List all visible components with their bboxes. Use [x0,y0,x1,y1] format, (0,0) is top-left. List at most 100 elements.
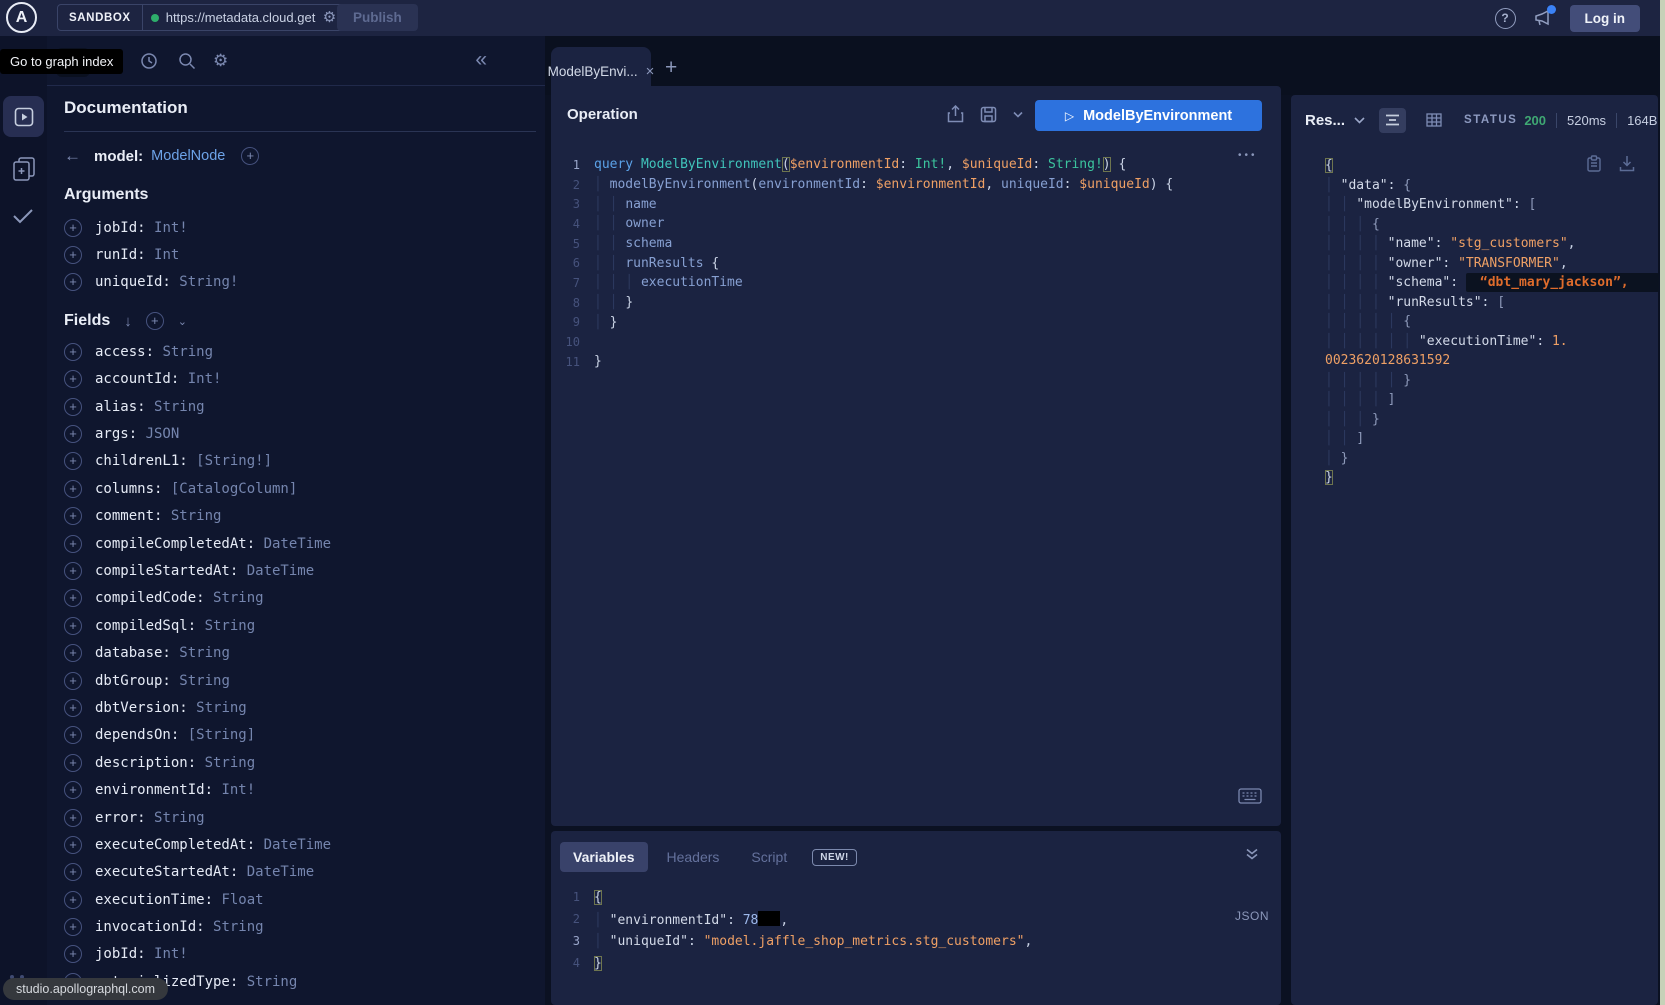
search-icon[interactable] [177,51,197,71]
schema-field-row[interactable]: +columns: [CatalogColumn] [64,475,536,502]
add-field-to-operation-button[interactable]: + [64,398,82,416]
schema-field-row[interactable]: +comment: String [64,503,536,530]
add-field-to-operation-button[interactable]: + [64,809,82,827]
field-type[interactable]: String [179,673,230,689]
field-type[interactable]: DateTime [247,864,314,880]
field-type[interactable]: DateTime [264,536,331,552]
schema-field-row[interactable]: +database: String [64,639,536,666]
close-tab-icon[interactable]: × [646,63,655,80]
schema-field-row[interactable]: +executeCompletedAt: DateTime [64,831,536,858]
field-type[interactable]: Int [154,247,179,263]
field-type[interactable]: Int! [154,220,188,236]
field-type[interactable]: [String] [188,727,255,743]
table-view-toggle[interactable] [1420,108,1447,133]
schema-field-row[interactable]: +runId: Int [64,241,536,268]
field-type[interactable]: Int! [221,782,255,798]
schema-field-row[interactable]: +access: String [64,338,536,365]
history-icon[interactable] [139,51,159,71]
field-type[interactable]: String! [179,274,238,290]
schema-field-row[interactable]: +accountId: Int! [64,366,536,393]
bottom-tab-headers[interactable]: Headers [654,842,733,872]
add-field-button[interactable]: + [241,147,259,165]
endpoint-url-box[interactable]: https://metadata.cloud.get ⚙ [143,5,345,30]
add-field-to-operation-button[interactable]: + [64,370,82,388]
sort-icon[interactable]: ↓ [124,313,132,330]
field-type[interactable]: String [196,700,247,716]
field-type[interactable]: String [247,974,298,990]
bottom-tab-variables[interactable]: Variables [560,842,648,872]
operations-play-button[interactable] [3,96,44,137]
schema-field-row[interactable]: +dbtVersion: String [64,694,536,721]
checks-icon[interactable] [11,206,35,226]
field-type[interactable]: String [213,590,264,606]
keyboard-shortcuts-icon[interactable] [1238,788,1262,804]
collapse-panel-icon[interactable]: « [475,48,487,72]
publish-button[interactable]: Publish [337,4,418,31]
field-type[interactable]: Int! [154,946,188,962]
add-field-to-operation-button[interactable]: + [64,246,82,264]
field-type[interactable]: Int! [188,371,222,387]
field-type[interactable]: String [179,645,230,661]
add-field-to-operation-button[interactable]: + [64,343,82,361]
endpoint-url[interactable]: https://metadata.cloud.get [166,10,316,25]
add-all-fields-button[interactable]: + [146,312,164,330]
schema-field-row[interactable]: +jobId: Int! [64,941,536,968]
schema-field-row[interactable]: +compileCompletedAt: DateTime [64,530,536,557]
field-type[interactable]: DateTime [247,563,314,579]
response-json-body[interactable]: {│ "data": {│ │ "modelByEnvironment": [│… [1325,156,1658,488]
add-field-to-operation-button[interactable]: + [64,918,82,936]
schema-field-row[interactable]: +compiledCode: String [64,585,536,612]
new-tab-button[interactable]: + [665,56,677,80]
add-field-to-operation-button[interactable]: + [64,589,82,607]
add-field-to-operation-button[interactable]: + [64,425,82,443]
field-type[interactable]: String [154,810,205,826]
add-field-to-operation-button[interactable]: + [64,562,82,580]
schema-field-row[interactable]: +childrenL1: [String!] [64,448,536,475]
add-field-to-operation-button[interactable]: + [64,781,82,799]
save-icon[interactable] [980,106,997,123]
add-field-to-operation-button[interactable]: + [64,452,82,470]
schema-field-row[interactable]: +executionTime: Float [64,886,536,913]
add-field-to-operation-button[interactable]: + [64,945,82,963]
schema-field-row[interactable]: +invocationId: String [64,913,536,940]
breadcrumb-type-link[interactable]: ModelNode [151,148,225,164]
response-title[interactable]: Res... [1305,112,1345,129]
schema-field-row[interactable]: +dependsOn: [String] [64,722,536,749]
bottom-tab-script[interactable]: Script [738,842,800,872]
add-field-to-operation-button[interactable]: + [64,644,82,662]
add-field-to-operation-button[interactable]: + [64,891,82,909]
add-field-to-operation-button[interactable]: + [64,863,82,881]
chevron-down-icon[interactable]: ⌄ [178,315,187,328]
schema-field-row[interactable]: +uniqueId: String! [64,269,536,296]
tree-view-toggle[interactable] [1379,108,1406,133]
schema-field-row[interactable]: +jobId: Int! [64,214,536,241]
collapse-bottom-panel-icon[interactable] [1245,848,1259,860]
schema-field-row[interactable]: +error: String [64,804,536,831]
schema-field-row[interactable]: +description: String [64,749,536,776]
field-type[interactable]: [String!] [196,453,272,469]
run-operation-button[interactable]: ▷ ModelByEnvironment [1035,100,1262,131]
announcements-megaphone-icon[interactable] [1533,9,1553,27]
add-field-to-operation-button[interactable]: + [64,699,82,717]
collections-icon[interactable] [11,155,37,183]
share-icon[interactable] [947,105,964,123]
field-type[interactable]: String [205,755,256,771]
field-type[interactable]: DateTime [264,837,331,853]
field-type[interactable]: String [154,399,205,415]
field-type[interactable]: String [171,508,222,524]
schema-field-row[interactable]: +dbtGroup: String [64,667,536,694]
add-field-to-operation-button[interactable]: + [64,836,82,854]
settings-gear-icon[interactable]: ⚙ [213,51,228,71]
add-field-to-operation-button[interactable]: + [64,754,82,772]
add-field-to-operation-button[interactable]: + [64,219,82,237]
schema-field-row[interactable]: +alias: String [64,393,536,420]
add-field-to-operation-button[interactable]: + [64,672,82,690]
field-type[interactable]: String [205,618,256,634]
add-field-to-operation-button[interactable]: + [64,726,82,744]
field-type[interactable]: String [162,344,213,360]
variables-editor[interactable]: 1{2│ "environmentId": 78,3│ "uniqueId": … [551,886,1281,974]
field-type[interactable]: Float [221,892,263,908]
add-field-to-operation-button[interactable]: + [64,617,82,635]
add-field-to-operation-button[interactable]: + [64,273,82,291]
add-field-to-operation-button[interactable]: + [64,507,82,525]
